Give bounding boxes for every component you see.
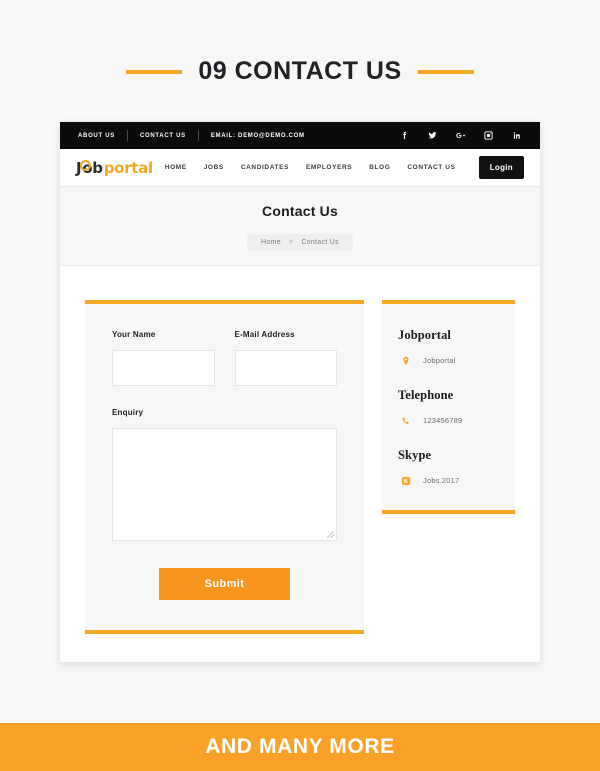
page-banner: Contact Us Home > Contact Us	[60, 187, 540, 266]
topbar-link-contact-us[interactable]: CONTACT US	[128, 133, 198, 139]
section-heading: 09 CONTACT US	[0, 57, 600, 86]
content-area: Your Name E-Mail Address Enquiry Submit …	[60, 266, 540, 634]
logo-text-ob: ob	[80, 158, 103, 177]
contact-form-panel: Your Name E-Mail Address Enquiry Submit	[85, 300, 364, 634]
social-links	[398, 130, 522, 142]
nav-item-blog[interactable]: BLOG	[369, 164, 390, 171]
nav-item-jobs[interactable]: JOBS	[204, 164, 224, 171]
info-title-telephone: Telephone	[398, 388, 454, 402]
info-title-jobportal: Jobportal	[398, 328, 451, 342]
top-utility-bar: ABOUT US CONTACT US EMAIL: DEMO@DEMO.COM	[60, 122, 540, 149]
info-title-skype: Skype	[398, 448, 432, 462]
website-mockup: ABOUT US CONTACT US EMAIL: DEMO@DEMO.COM	[60, 122, 540, 662]
info-row-telephone: 123456789	[398, 415, 499, 426]
label-email-address: E-Mail Address	[234, 330, 295, 339]
label-enquiry: Enquiry	[112, 408, 144, 417]
enquiry-textarea[interactable]	[112, 428, 337, 541]
topbar-email[interactable]: EMAIL: DEMO@DEMO.COM	[199, 133, 317, 139]
site-logo[interactable]: Job portal	[76, 159, 153, 177]
info-block-skype: Skype Jobs.2017	[398, 448, 499, 486]
bottom-banner-text: AND MANY MORE	[205, 735, 395, 758]
skype-icon	[400, 475, 411, 486]
field-email-address: E-Mail Address	[234, 330, 337, 386]
breadcrumb: Home > Contact Us	[247, 234, 353, 251]
info-row-address: Jobportal	[398, 355, 499, 366]
info-row-skype: Jobs.2017	[398, 475, 499, 486]
linkedin-icon[interactable]	[510, 130, 522, 142]
heading-rule-left	[126, 69, 183, 74]
info-value-skype: Jobs.2017	[423, 476, 460, 485]
topbar-link-about-us[interactable]: ABOUT US	[78, 133, 127, 139]
info-block-telephone: Telephone 123456789	[398, 388, 499, 426]
breadcrumb-current: Contact Us	[301, 239, 339, 246]
logo-text-portal: portal	[103, 158, 153, 177]
phone-icon	[400, 415, 411, 426]
twitter-icon[interactable]	[426, 130, 438, 142]
login-button[interactable]: Login	[478, 156, 524, 179]
email-address-input[interactable]	[234, 350, 337, 386]
facebook-icon[interactable]	[398, 130, 410, 142]
nav-item-candidates[interactable]: CANDIDATES	[241, 164, 289, 171]
contact-info-panel: Jobportal Jobportal Telephone 123456789 …	[382, 300, 515, 514]
info-block-address: Jobportal Jobportal	[398, 328, 499, 366]
bottom-banner: AND MANY MORE	[0, 723, 600, 771]
banner-title: Contact Us	[262, 203, 338, 219]
google-plus-icon[interactable]	[454, 130, 466, 142]
form-field-row: Your Name E-Mail Address	[112, 330, 337, 386]
resize-handle-icon[interactable]	[327, 531, 334, 538]
nav-item-contact-us[interactable]: CONTACT US	[407, 164, 455, 171]
submit-row: Submit	[112, 568, 337, 600]
page-title: 09 CONTACT US	[198, 57, 402, 85]
info-value-telephone: 123456789	[423, 416, 463, 425]
nav-item-home[interactable]: HOME	[165, 164, 187, 171]
info-value-address: Jobportal	[423, 356, 456, 365]
chevron-right-icon: >	[288, 239, 294, 246]
main-navbar: Job portal HOME JOBS CANDIDATES EMPLOYERS…	[60, 149, 540, 187]
heading-rule-right	[417, 69, 474, 74]
page-root: 09 CONTACT US ABOUT US CONTACT US EMAIL:…	[0, 0, 600, 771]
breadcrumb-home[interactable]: Home	[261, 239, 281, 246]
nav-item-employers[interactable]: EMPLOYERS	[306, 164, 352, 171]
field-your-name: Your Name	[112, 330, 215, 386]
nav-links: HOME JOBS CANDIDATES EMPLOYERS BLOG CONT…	[165, 164, 456, 171]
label-your-name: Your Name	[112, 330, 156, 339]
map-pin-icon	[400, 355, 411, 366]
topbar-links: ABOUT US CONTACT US EMAIL: DEMO@DEMO.COM	[78, 130, 317, 141]
submit-button[interactable]: Submit	[158, 568, 291, 600]
logo-ob-letters: ob	[82, 158, 103, 177]
field-enquiry: Enquiry	[112, 408, 337, 541]
instagram-icon[interactable]	[482, 130, 494, 142]
your-name-input[interactable]	[112, 350, 215, 386]
